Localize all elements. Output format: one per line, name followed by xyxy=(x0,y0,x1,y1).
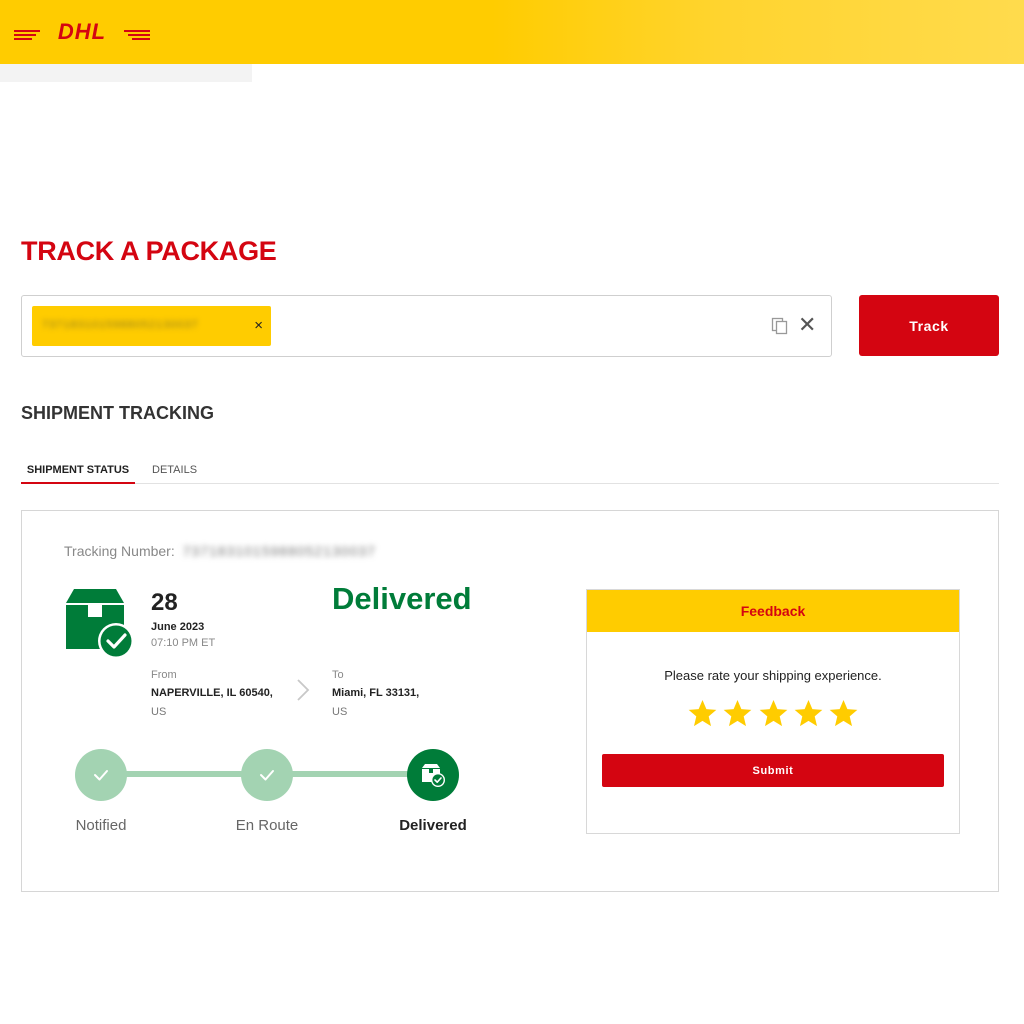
step-en-route-circle xyxy=(241,749,293,801)
step-label-notified: Notified xyxy=(75,817,127,834)
step-label-delivered: Delivered xyxy=(399,817,467,834)
chevron-right-icon xyxy=(294,677,312,708)
origin-label: From xyxy=(151,669,177,681)
star-icon[interactable] xyxy=(793,698,824,729)
check-icon xyxy=(94,770,108,781)
destination-label: To xyxy=(332,669,344,681)
copy-icon[interactable] xyxy=(770,316,790,336)
tab-shipment-status[interactable]: SHIPMENT STATUS xyxy=(21,464,135,484)
star-icon[interactable] xyxy=(687,698,718,729)
package-delivered-icon xyxy=(64,587,138,664)
chip-value: 7371831015988052130037 xyxy=(42,319,199,331)
tracking-number-value: 7371831015988052130037 xyxy=(182,543,376,559)
feedback-panel: Feedback Please rate your shipping exper… xyxy=(586,589,960,834)
svg-text:DHL: DHL xyxy=(58,19,106,44)
delivery-month: June 2023 xyxy=(151,621,205,633)
shipment-status-card: Tracking Number: 7371831015988052130037 … xyxy=(21,510,999,892)
step-delivered-circle xyxy=(407,749,459,801)
delivery-day: 28 xyxy=(151,589,178,616)
tab-details[interactable]: DETAILS xyxy=(152,464,197,476)
origin-country: US xyxy=(151,706,167,718)
step-notified-circle xyxy=(75,749,127,801)
delivery-status: Delivered xyxy=(332,581,472,616)
tracking-search-field[interactable]: 7371831015988052130037 × ✕ xyxy=(21,295,832,357)
header-subbar xyxy=(0,64,252,82)
feedback-prompt: Please rate your shipping experience. xyxy=(664,668,882,683)
tracking-number-chip[interactable]: 7371831015988052130037 × xyxy=(32,306,271,346)
tracking-tabs: SHIPMENT STATUS DETAILS xyxy=(21,458,999,484)
step-label-en-route: En Route xyxy=(235,817,299,834)
clear-icon[interactable]: ✕ xyxy=(798,314,816,336)
track-button[interactable]: Track xyxy=(859,295,999,356)
package-check-icon xyxy=(422,764,445,787)
shipment-tracking-title: SHIPMENT TRACKING xyxy=(21,403,214,423)
destination-city: Miami, FL 33131, xyxy=(332,687,420,699)
site-header: DHL xyxy=(0,0,1024,64)
delivery-time: 07:10 PM ET xyxy=(151,637,216,649)
tracking-number-label: Tracking Number: xyxy=(64,543,175,559)
dhl-logo[interactable]: DHL xyxy=(12,18,152,49)
tracking-number-row: Tracking Number: 7371831015988052130037 xyxy=(64,543,376,559)
star-icon[interactable] xyxy=(828,698,859,729)
submit-button[interactable]: Submit xyxy=(602,754,944,787)
chip-remove-icon[interactable]: × xyxy=(254,317,263,334)
destination-country: US xyxy=(332,706,348,718)
feedback-title: Feedback xyxy=(587,590,959,632)
page-title: TRACK A PACKAGE xyxy=(21,236,277,266)
check-icon xyxy=(260,770,274,781)
star-rating xyxy=(687,698,859,732)
star-icon[interactable] xyxy=(722,698,753,729)
origin-city: NAPERVILLE, IL 60540, xyxy=(151,687,273,699)
star-icon[interactable] xyxy=(758,698,789,729)
